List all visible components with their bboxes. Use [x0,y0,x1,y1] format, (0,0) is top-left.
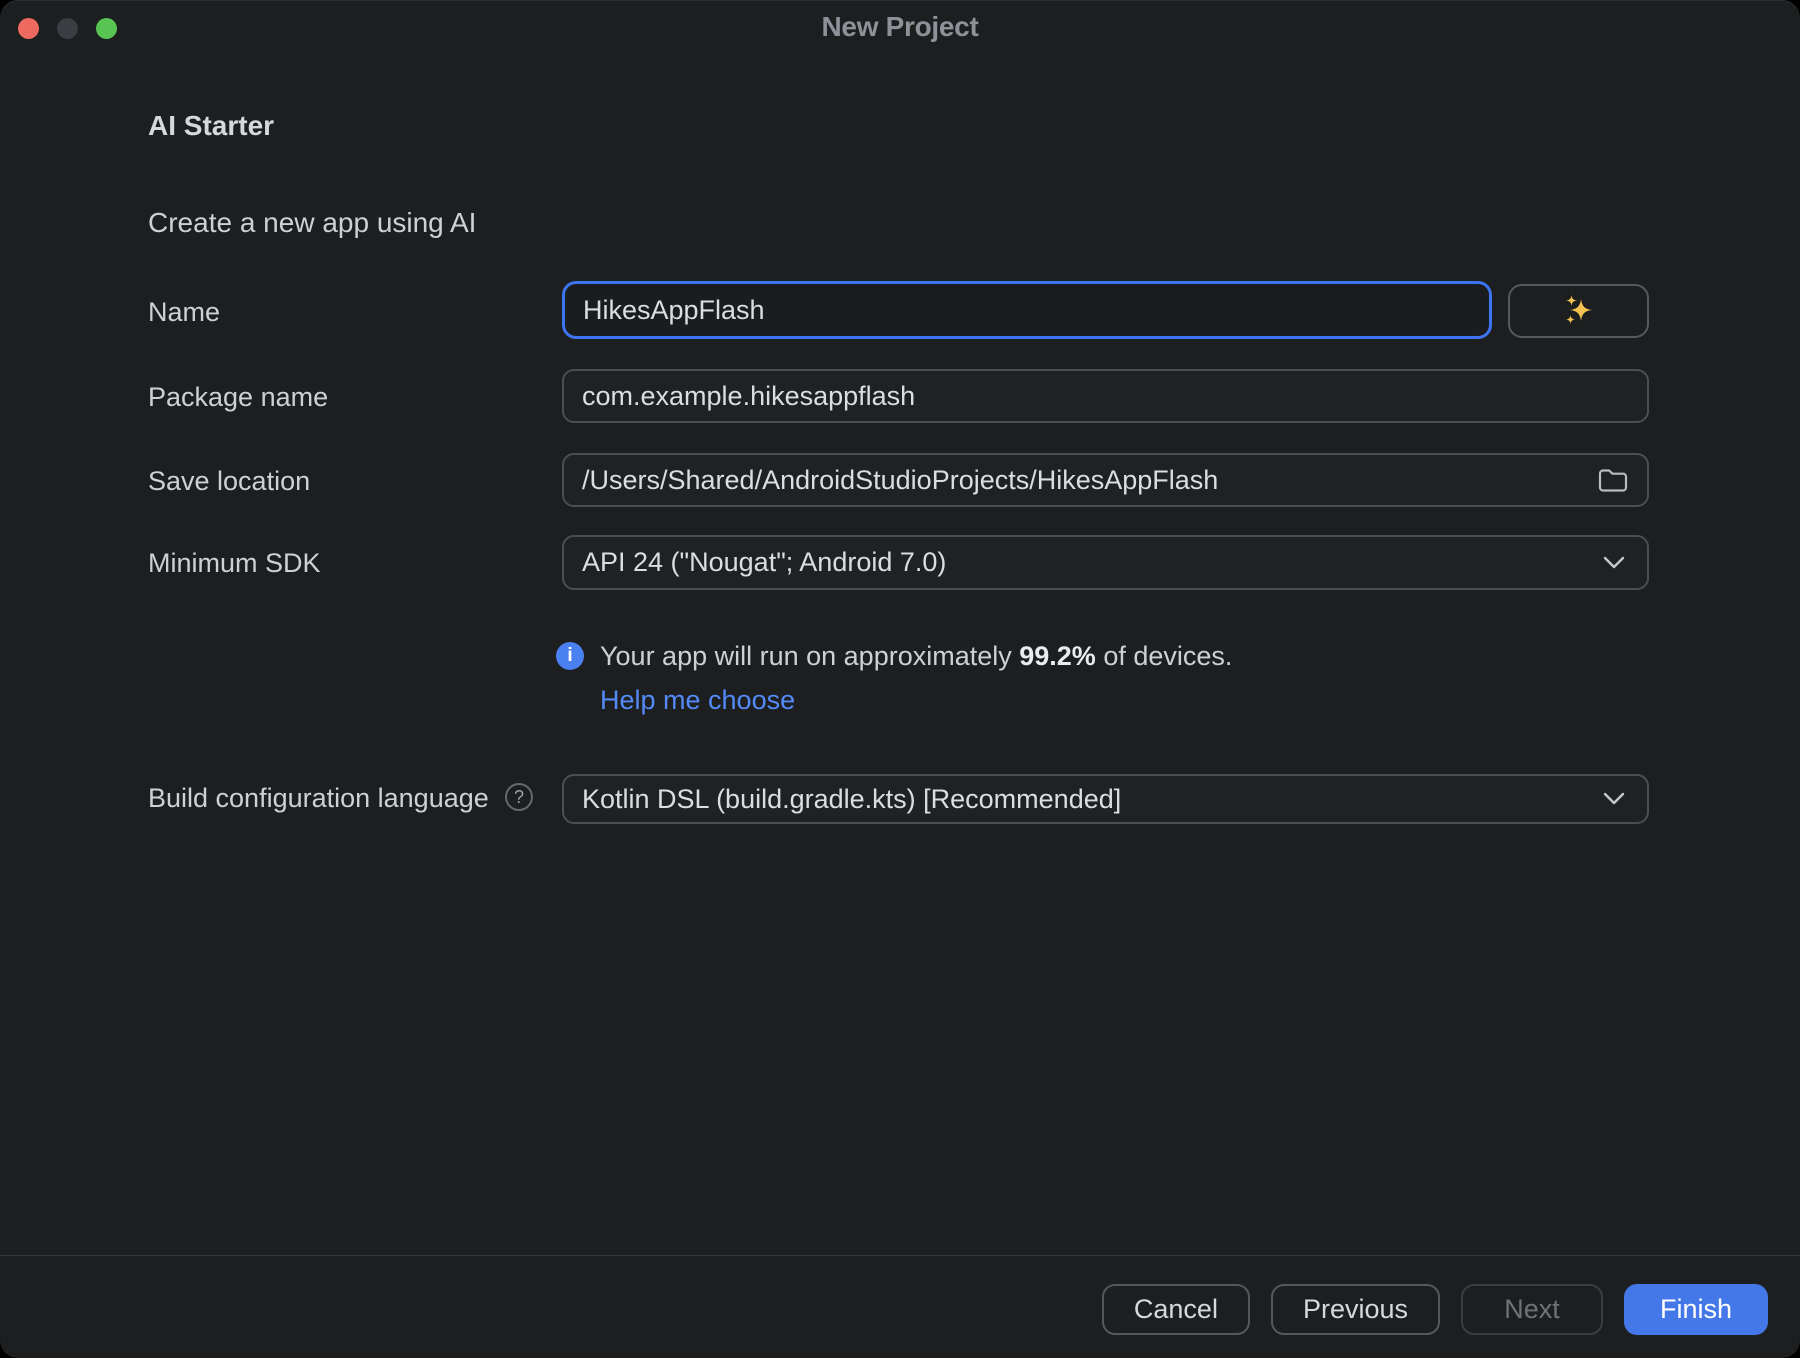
chevron-down-icon [1601,791,1627,807]
package-name-input[interactable] [562,369,1649,423]
minimum-sdk-label: Minimum SDK [148,548,321,578]
page-subtitle: Create a new app using AI [148,207,476,239]
chevron-down-icon [1601,555,1627,571]
ai-generate-name-button[interactable] [1508,284,1649,338]
previous-button[interactable]: Previous [1271,1284,1440,1335]
folder-icon [1596,465,1630,495]
titlebar: New Project [0,0,1800,54]
package-name-label: Package name [148,382,328,412]
build-config-selected-value: Kotlin DSL (build.gradle.kts) [Recommend… [582,784,1121,815]
minimum-sdk-selected-value: API 24 ("Nougat"; Android 7.0) [582,547,946,578]
save-location-field-group [562,453,1649,507]
window-title: New Project [0,11,1800,43]
info-icon: i [556,642,584,670]
new-project-dialog: New Project AI Starter Create a new app … [0,0,1800,1358]
cancel-button[interactable]: Cancel [1102,1284,1250,1335]
name-label: Name [148,297,220,327]
build-config-label: Build configuration language [148,783,489,813]
footer-divider [0,1255,1800,1256]
minimum-sdk-dropdown[interactable]: API 24 ("Nougat"; Android 7.0) [562,535,1649,590]
sdk-note-percentage: 99.2% [1019,641,1096,671]
name-input[interactable] [562,281,1492,339]
sdk-note-suffix: of devices. [1096,641,1233,671]
save-location-label: Save location [148,466,310,496]
sdk-note-prefix: Your app will run on approximately [600,641,1019,671]
sdk-note-text: Your app will run on approximately 99.2%… [600,641,1232,672]
browse-folder-button[interactable] [1591,460,1635,500]
sparkle-ai-icon [1557,291,1601,331]
footer-button-bar: Cancel Previous Next Finish [1102,1284,1768,1335]
build-config-dropdown[interactable]: Kotlin DSL (build.gradle.kts) [Recommend… [562,774,1649,824]
help-me-choose-link[interactable]: Help me choose [600,685,795,716]
next-button: Next [1461,1284,1603,1335]
save-location-input[interactable] [562,453,1649,507]
page-title: AI Starter [148,110,274,142]
finish-button[interactable]: Finish [1624,1284,1768,1335]
sdk-compatibility-note: i Your app will run on approximately 99.… [556,641,1232,672]
question-mark-icon[interactable]: ? [505,783,533,811]
